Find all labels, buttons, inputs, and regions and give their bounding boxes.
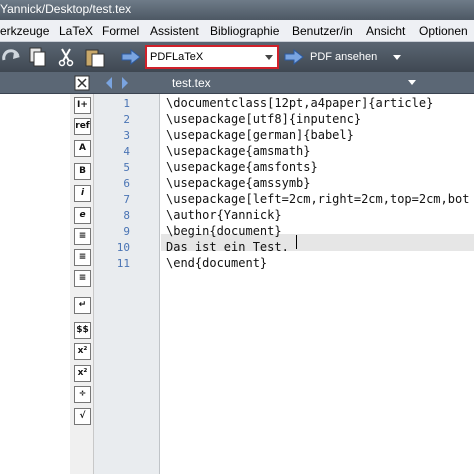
align-center-button[interactable]: ≡	[74, 249, 91, 266]
view-dropdown-icon[interactable]	[393, 55, 401, 60]
code-line[interactable]: \usepackage{amsfonts}	[166, 160, 318, 174]
newline-button[interactable]: ↵	[74, 297, 91, 314]
code-line[interactable]: \documentclass[12pt,a4paper]{article}	[166, 96, 433, 110]
engine-select[interactable]: PDFLaTeX	[145, 45, 279, 69]
chevron-down-icon	[265, 55, 273, 60]
ref-button[interactable]: ref	[74, 118, 91, 135]
font-size-button[interactable]: A	[74, 140, 91, 157]
emphasis-button[interactable]: e	[74, 207, 91, 224]
line-number: 9	[123, 225, 130, 238]
structure-icon[interactable]	[74, 75, 90, 91]
menu-optionen[interactable]: Optionen	[419, 24, 468, 38]
code-line[interactable]: \begin{document}	[166, 224, 282, 238]
line-number: 7	[123, 193, 130, 206]
paste-icon[interactable]	[84, 46, 106, 68]
line-number: 8	[123, 209, 130, 222]
code-line[interactable]: \usepackage[utf8]{inputenc}	[166, 112, 361, 126]
italic-button[interactable]: i	[74, 185, 91, 202]
tab-menu-icon[interactable]	[408, 80, 416, 85]
tab-bar: test.tex	[0, 72, 474, 94]
line-number: 4	[123, 145, 130, 158]
sqrt-button[interactable]: √	[74, 408, 91, 425]
code-line[interactable]: \usepackage{amssymb}	[166, 176, 311, 190]
tab-prev-icon[interactable]	[104, 76, 114, 90]
tab-test-tex[interactable]: test.tex	[172, 76, 211, 90]
superscript-button[interactable]: x²	[74, 365, 91, 382]
view-arrow-icon[interactable]	[283, 49, 305, 65]
menu-formel[interactable]: Formel	[102, 24, 139, 38]
line-number: 3	[123, 129, 130, 142]
code-line[interactable]: \usepackage[german]{babel}	[166, 128, 354, 142]
line-number: 6	[123, 177, 130, 190]
subscript-button[interactable]: x²	[74, 343, 91, 360]
code-line[interactable]: Das ist ein Test.	[166, 240, 289, 254]
menu-benutzer[interactable]: Benutzer/in	[292, 24, 353, 38]
align-left-button[interactable]: ≡	[74, 228, 91, 245]
code-line[interactable]: \author{Yannick}	[166, 208, 282, 222]
line-number: 10	[116, 241, 130, 254]
cut-icon[interactable]	[58, 47, 74, 67]
redo-icon[interactable]	[2, 48, 22, 66]
window-title: Yannick/Desktop/test.tex	[0, 2, 132, 16]
compile-arrow-icon[interactable]	[120, 49, 142, 65]
code-line[interactable]: \end{document}	[166, 256, 267, 270]
code-line[interactable]: \usepackage[left=2cm,right=2cm,top=2cm,b…	[166, 192, 469, 206]
line-number: 11	[116, 257, 130, 270]
menu-ansicht[interactable]: Ansicht	[366, 24, 405, 38]
menu-latex[interactable]: LaTeX	[59, 24, 93, 38]
display-math-button[interactable]: $$	[74, 322, 91, 339]
structure-panel	[0, 94, 70, 474]
copy-icon[interactable]	[28, 46, 48, 68]
view-pdf-button[interactable]: PDF ansehen	[310, 51, 377, 63]
line-number: 1	[123, 97, 130, 110]
line-number: 5	[123, 161, 130, 174]
align-right-button[interactable]: ≡	[74, 270, 91, 287]
text-cursor	[296, 235, 297, 249]
tab-next-icon[interactable]	[120, 76, 130, 90]
menu-werkzeuge[interactable]: erkzeuge	[0, 24, 49, 38]
insert-item-button[interactable]: I+	[74, 97, 91, 114]
bold-button[interactable]: B	[74, 163, 91, 180]
line-number: 2	[123, 113, 130, 126]
menu-bibliographie[interactable]: Bibliographie	[210, 24, 279, 38]
fraction-button[interactable]: ÷	[74, 386, 91, 403]
code-line[interactable]: \usepackage{amsmath}	[166, 144, 311, 158]
engine-value: PDFLaTeX	[150, 51, 204, 63]
menu-bar: erkzeuge LaTeX Formel Assistent Bibliogr…	[0, 20, 474, 42]
menu-assistent[interactable]: Assistent	[150, 24, 199, 38]
title-bar: Yannick/Desktop/test.tex	[0, 0, 474, 20]
